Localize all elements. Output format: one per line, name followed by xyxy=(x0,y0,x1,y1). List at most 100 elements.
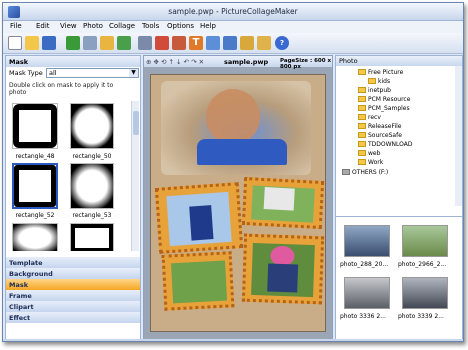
mask-label: rectangle_50 xyxy=(72,153,112,160)
template-icon[interactable] xyxy=(155,36,169,50)
tree-scrollbar[interactable] xyxy=(455,66,462,206)
frame-icon[interactable] xyxy=(172,36,186,50)
frame-left-top[interactable] xyxy=(154,182,244,254)
mask-label: rectangle_53 xyxy=(72,212,112,219)
mask-panel: Mask Mask Type all ▼ Double click on mas… xyxy=(5,55,141,341)
menu-edit[interactable]: Edit xyxy=(36,22,50,30)
folder-icon[interactable] xyxy=(100,36,114,50)
category-background[interactable]: Background xyxy=(6,268,140,279)
open-icon[interactable] xyxy=(25,36,39,50)
tree-item[interactable]: kids xyxy=(368,78,390,85)
drive-icon xyxy=(342,169,350,175)
tree-item[interactable]: SourceSafe xyxy=(358,132,402,139)
photo-label: photo 3339 2... xyxy=(398,313,444,320)
hint-text: Double click on mask to apply it to phot… xyxy=(9,82,114,96)
category-list: Template Background Mask Frame Clipart E… xyxy=(6,257,140,323)
main-toolbar: T ? xyxy=(3,33,463,54)
layer-icon[interactable] xyxy=(138,36,152,50)
mask-thumb[interactable] xyxy=(70,163,114,209)
tree-item[interactable]: ReleaseFile xyxy=(358,123,401,130)
frame-left-bottom[interactable] xyxy=(161,251,235,311)
tree-item[interactable]: Free Picture xyxy=(358,69,403,76)
mask-thumb[interactable] xyxy=(70,103,114,149)
mask-label: rectangle_52 xyxy=(15,212,55,219)
mask-list-scrollbar[interactable] xyxy=(131,101,139,251)
export-icon[interactable] xyxy=(240,36,254,50)
text-icon[interactable]: T xyxy=(189,36,203,50)
category-frame[interactable]: Frame xyxy=(6,290,140,301)
tree-item[interactable]: OTHERS (F:) xyxy=(342,169,388,176)
canvas-tools-icon[interactable]: ⊕ ✥ ⟲ ↑ ↓ ↶ ↷ ✕ xyxy=(146,58,204,66)
check-icon[interactable] xyxy=(117,36,131,50)
menu-photo[interactable]: Photo xyxy=(83,22,103,30)
tree-item[interactable]: inetpub xyxy=(358,87,391,94)
menu-tools[interactable]: Tools xyxy=(142,22,159,30)
status-bar xyxy=(3,339,463,341)
photo-label: photo_288_20... xyxy=(340,261,389,268)
image-icon[interactable] xyxy=(206,36,220,50)
category-template[interactable]: Template xyxy=(6,257,140,268)
folder-tree: Free Picture kids inetpub PCM Resource P… xyxy=(336,66,454,206)
menu-bar: File Edit View Photo Collage Tools Optio… xyxy=(3,21,463,33)
app-window: sample.pwp - PictureCollageMaker File Ed… xyxy=(2,2,464,342)
tree-item[interactable]: Work xyxy=(358,159,383,166)
tree-item[interactable]: TDDOWNLOAD xyxy=(358,141,413,148)
category-effect[interactable]: Effect xyxy=(6,312,140,323)
photo-label: photo_2966_2... xyxy=(398,261,447,268)
category-clipart[interactable]: Clipart xyxy=(6,301,140,312)
folder-icon xyxy=(358,96,366,102)
folder-icon xyxy=(358,114,366,120)
tree-item[interactable]: PCM_Samples xyxy=(358,105,410,112)
photo-thumb[interactable] xyxy=(402,225,448,257)
menu-file[interactable]: File xyxy=(10,22,22,30)
new-icon[interactable] xyxy=(8,36,22,50)
folder-icon xyxy=(358,105,366,111)
frame-right-top[interactable] xyxy=(241,176,325,230)
tree-item[interactable]: recv xyxy=(358,114,381,121)
title-bar: sample.pwp - PictureCollageMaker xyxy=(3,3,463,21)
help-icon[interactable]: ? xyxy=(275,36,289,50)
collage-canvas[interactable] xyxy=(150,74,326,332)
mask-type-label: Mask Type xyxy=(9,69,43,77)
folder-icon xyxy=(358,69,366,75)
window-title: sample.pwp - PictureCollageMaker xyxy=(168,7,298,16)
collage-workspace: ⊕ ✥ ⟲ ↑ ↓ ↶ ↷ ✕ sample.pwp PageSize : 60… xyxy=(143,55,333,341)
photo-thumb[interactable] xyxy=(402,277,448,309)
monitor-icon[interactable] xyxy=(223,36,237,50)
chevron-down-icon[interactable]: ▼ xyxy=(129,69,138,77)
photo-panel-header: Photo xyxy=(336,56,462,66)
tree-item[interactable]: web xyxy=(358,150,380,157)
mask-type-select[interactable]: all ▼ xyxy=(46,68,139,78)
folder-icon xyxy=(358,87,366,93)
category-mask[interactable]: Mask xyxy=(6,279,140,290)
folder-icon xyxy=(368,78,376,84)
page-size: PageSize : 600 x 800 px xyxy=(280,58,332,70)
mask-label: rectangle_48 xyxy=(15,153,55,160)
remove-photo-icon[interactable] xyxy=(83,36,97,50)
menu-view[interactable]: View xyxy=(60,22,77,30)
photo-panel: Photo Free Picture kids inetpub PCM Reso… xyxy=(335,55,463,341)
save-icon[interactable] xyxy=(42,36,56,50)
menu-help[interactable]: Help xyxy=(200,22,216,30)
print-icon[interactable] xyxy=(257,36,271,50)
photo-thumbnails: photo_288_20... photo_2966_2... photo 33… xyxy=(336,216,462,340)
add-photo-icon[interactable] xyxy=(66,36,80,50)
mask-thumbnail-list: rectangle_48 rectangle_50 rectangle_52 r… xyxy=(6,101,140,251)
photo-thumb[interactable] xyxy=(344,225,390,257)
menu-collage[interactable]: Collage xyxy=(109,22,135,30)
blue-shirt-shape xyxy=(197,139,287,165)
menu-options[interactable]: Options xyxy=(167,22,194,30)
mask-thumb[interactable] xyxy=(12,223,58,251)
frame-right-bottom[interactable] xyxy=(241,233,325,305)
photo-thumb[interactable] xyxy=(344,277,390,309)
mask-thumb[interactable] xyxy=(12,103,58,149)
folder-icon xyxy=(358,150,366,156)
panel-header: Mask xyxy=(6,56,140,67)
mask-thumb[interactable] xyxy=(12,163,58,209)
mask-thumb[interactable] xyxy=(70,223,114,251)
file-name: sample.pwp xyxy=(224,58,269,66)
folder-icon xyxy=(358,123,366,129)
tree-item[interactable]: PCM Resource xyxy=(358,96,410,103)
face-shape xyxy=(206,89,260,145)
photo-label: photo 3336 2... xyxy=(340,313,386,320)
